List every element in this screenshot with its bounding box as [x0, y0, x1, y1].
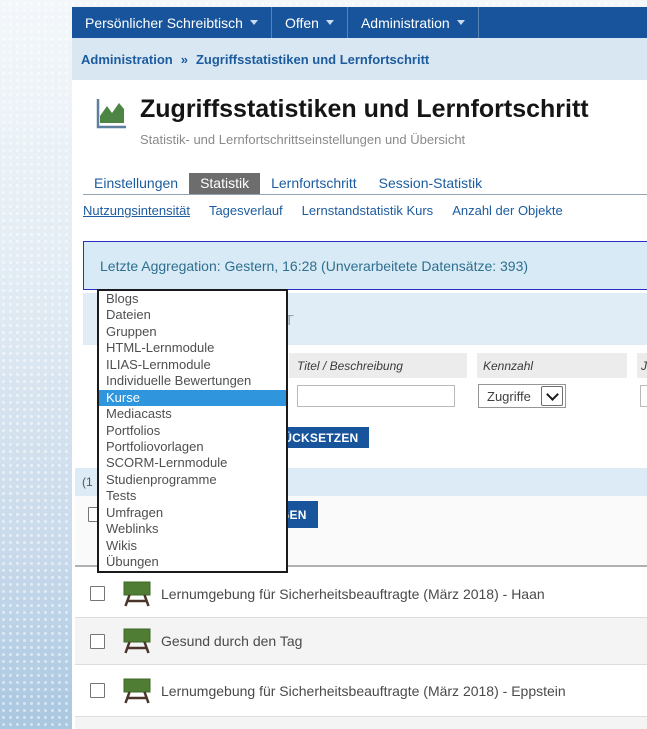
- nav-item-label: Administration: [361, 15, 450, 31]
- course-icon: [123, 579, 151, 609]
- breadcrumb-separator: »: [181, 52, 188, 67]
- row-checkbox[interactable]: [90, 586, 105, 601]
- dropdown-option[interactable]: SCORM-Lernmodule: [99, 455, 286, 471]
- table-row[interactable]: Lernumgebung für Sicherheitsbeauftragte …: [75, 570, 647, 618]
- nav-item-offen[interactable]: Offen: [272, 7, 348, 38]
- tab-statistik[interactable]: Statistik: [189, 173, 260, 194]
- table-row-partial: [75, 717, 647, 729]
- tab-lernfortschritt[interactable]: Lernfortschritt: [260, 173, 368, 194]
- dropdown-option[interactable]: Portfoliovorlagen: [99, 439, 286, 455]
- dropdown-option[interactable]: Portfolios: [99, 423, 286, 439]
- filter-label-title: Titel / Beschreibung: [289, 353, 467, 378]
- page-title: Zugriffsstatistiken und Lernfortschritt: [140, 95, 589, 124]
- nav-item-administration[interactable]: Administration: [348, 7, 479, 38]
- dropdown-option[interactable]: Weblinks: [99, 521, 286, 537]
- area-chart-icon: [90, 94, 130, 134]
- breadcrumb-current-page[interactable]: Zugriffsstatistiken und Lernfortschritt: [196, 52, 429, 67]
- filter-kennzahl-select[interactable]: Zugriffe: [478, 384, 566, 408]
- table-row[interactable]: Gesund durch den Tag: [75, 618, 647, 665]
- course-icon: [123, 676, 151, 706]
- row-checkbox[interactable]: [90, 634, 105, 649]
- nav-item-label: Persönlicher Schreibtisch: [85, 15, 243, 31]
- aggregation-info-text: Letzte Aggregation: Gestern, 16:28 (Unve…: [100, 258, 528, 274]
- subtab-tagesverlauf[interactable]: Tagesverlauf: [209, 203, 283, 223]
- dropdown-option[interactable]: Tests: [99, 488, 286, 504]
- subtab-lernstandstatistik-kurs[interactable]: Lernstandstatistik Kurs: [302, 203, 434, 223]
- nav-item-personal-desktop[interactable]: Persönlicher Schreibtisch: [72, 7, 272, 38]
- dropdown-option[interactable]: Studienprogramme: [99, 472, 286, 488]
- caret-down-icon: [326, 20, 334, 25]
- row-checkbox[interactable]: [90, 683, 105, 698]
- caret-down-icon: [457, 20, 465, 25]
- pagination-text: (1: [82, 475, 93, 489]
- dropdown-option[interactable]: Individuelle Bewertungen: [99, 373, 286, 389]
- table-row[interactable]: Lernumgebung für Sicherheitsbeauftragte …: [75, 665, 647, 717]
- dropdown-option[interactable]: Wikis: [99, 538, 286, 554]
- subtab-bar: Nutzungsintensität Tagesverlauf Lernstan…: [83, 203, 647, 223]
- filter-label-text: Jahr: [641, 359, 647, 373]
- page-subtitle: Statistik- und Lernfortschrittseinstellu…: [140, 132, 465, 147]
- dropdown-option[interactable]: Blogs: [99, 291, 286, 307]
- tab-session-statistik[interactable]: Session-Statistik: [368, 173, 493, 194]
- row-title-link[interactable]: Lernumgebung für Sicherheitsbeauftragte …: [161, 683, 566, 699]
- course-icon: [123, 626, 151, 656]
- dropdown-option[interactable]: Umfragen: [99, 505, 286, 521]
- tab-einstellungen[interactable]: Einstellungen: [83, 173, 189, 194]
- row-title-link[interactable]: Gesund durch den Tag: [161, 633, 302, 649]
- top-navbar: Persönlicher Schreibtisch Offen Administ…: [72, 7, 647, 38]
- tab-bar: Einstellungen Statistik Lernfortschritt …: [83, 173, 647, 195]
- dropdown-option[interactable]: Übungen: [99, 554, 286, 570]
- subtab-nutzungsintensitaet[interactable]: Nutzungsintensität: [83, 203, 190, 223]
- dropdown-option[interactable]: ILIAS-Lernmodule: [99, 357, 286, 373]
- dropdown-option[interactable]: HTML-Lernmodule: [99, 340, 286, 356]
- breadcrumb: Administration » Zugriffsstatistiken und…: [72, 38, 647, 80]
- filter-jahr-input[interactable]: [640, 385, 647, 407]
- filter-label-kennzahl: Kennzahl: [477, 353, 627, 378]
- select-dropdown-button[interactable]: [541, 386, 563, 406]
- caret-down-icon: [250, 20, 258, 25]
- dropdown-option[interactable]: Mediacasts: [99, 406, 286, 422]
- nav-item-label: Offen: [285, 15, 319, 31]
- filter-label-jahr: Jahr: [637, 353, 647, 378]
- chevron-down-icon: [546, 388, 559, 401]
- breadcrumb-link-administration[interactable]: Administration: [81, 52, 173, 67]
- filter-title-input[interactable]: [297, 385, 455, 407]
- aggregation-info-box: Letzte Aggregation: Gestern, 16:28 (Unve…: [83, 241, 647, 290]
- filter-label-text: Kennzahl: [483, 359, 533, 373]
- object-type-dropdown-list: Blogs Dateien Gruppen HTML-Lernmodule IL…: [97, 289, 288, 573]
- dropdown-option-selected[interactable]: Kurse: [99, 390, 286, 406]
- dropdown-option[interactable]: Gruppen: [99, 324, 286, 340]
- select-value: Zugriffe: [479, 389, 541, 404]
- subtab-anzahl-der-objekte[interactable]: Anzahl der Objekte: [452, 203, 563, 223]
- dropdown-option[interactable]: Dateien: [99, 307, 286, 323]
- row-title-link[interactable]: Lernumgebung für Sicherheitsbeauftragte …: [161, 586, 545, 602]
- filter-label-text: Titel / Beschreibung: [297, 359, 403, 373]
